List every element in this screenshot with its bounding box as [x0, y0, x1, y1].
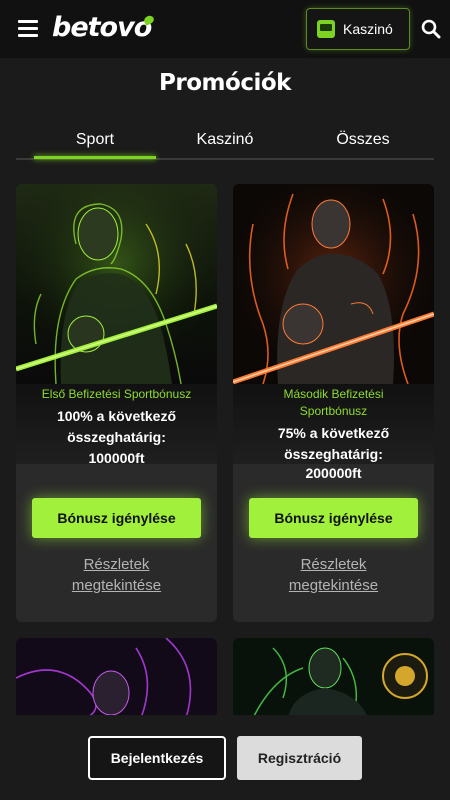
promo-description-line: 100000ft	[88, 450, 145, 466]
promo-tag: Első Befizetési Sportbónusz	[41, 387, 192, 401]
promo-image-purple-athlete	[16, 638, 217, 718]
active-tab-indicator	[34, 156, 156, 159]
tab-osszes[interactable]: Összes	[302, 131, 424, 149]
tab-sport[interactable]: Sport	[34, 131, 156, 149]
promo-category-tabs: Sport Kaszinó Összes	[16, 126, 434, 160]
slot-machine-icon	[317, 20, 335, 38]
register-button[interactable]: Regisztráció	[237, 736, 362, 780]
promo-image-soccer-player	[16, 184, 217, 384]
promo-tag: Sportbónusz	[299, 404, 368, 418]
brand-logo[interactable]: betovo	[52, 12, 152, 43]
casino-switch-button[interactable]: Kaszinó	[306, 8, 410, 50]
details-link-line: megtekintése	[288, 577, 379, 594]
casino-switch-label: Kaszinó	[343, 21, 393, 37]
view-details-link[interactable]: Részletek megtekintése	[16, 554, 217, 596]
promo-description-line: 200000ft	[305, 465, 362, 481]
promo-tag: Második Befizetési	[283, 387, 384, 401]
promo-image-basketball-player	[233, 184, 434, 384]
promo-card: Második Befizetési Sportbónusz 75% a köv…	[233, 184, 434, 622]
details-link-line: Részletek	[83, 556, 150, 573]
page-title: Promóciók	[159, 70, 291, 96]
search-icon[interactable]	[421, 19, 441, 39]
details-link-line: megtekintése	[71, 577, 162, 594]
promo-image-world-cup	[233, 638, 434, 718]
hamburger-menu-icon[interactable]	[18, 20, 38, 38]
claim-bonus-button[interactable]: Bónusz igénylése	[249, 498, 418, 538]
promo-card[interactable]	[233, 638, 434, 718]
tab-kaszino[interactable]: Kaszinó	[164, 131, 286, 149]
promo-card: Első Befizetési Sportbónusz 100% a követ…	[16, 184, 217, 622]
view-details-link[interactable]: Részletek megtekintése	[233, 554, 434, 596]
promo-description-line: összeghatárig:	[67, 429, 166, 445]
promo-description-line: összeghatárig:	[284, 446, 383, 462]
promo-card[interactable]	[16, 638, 217, 718]
promo-description-line: 75% a következő	[277, 425, 390, 441]
promo-description-line: 100% a következő	[56, 408, 177, 424]
login-button[interactable]: Bejelentkezés	[88, 736, 226, 780]
claim-bonus-button[interactable]: Bónusz igénylése	[32, 498, 201, 538]
details-link-line: Részletek	[300, 556, 367, 573]
top-header: betovo Kaszinó	[0, 0, 450, 58]
